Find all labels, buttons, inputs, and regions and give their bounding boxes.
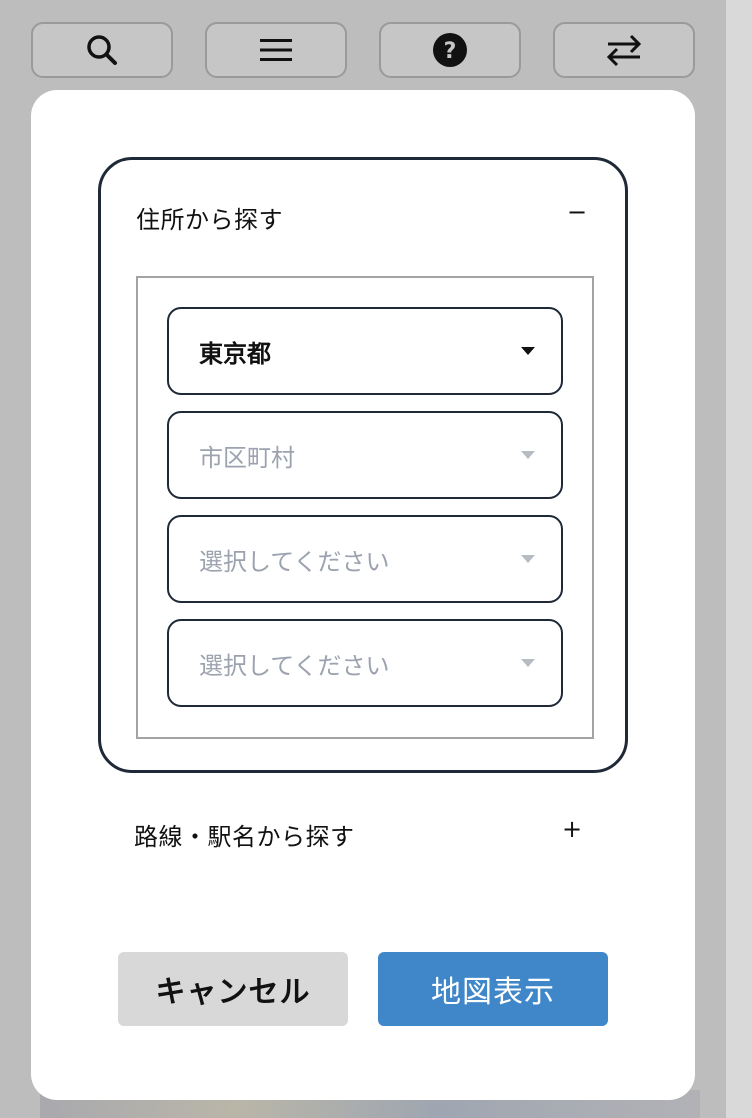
caret-down-icon [521,347,535,355]
search-icon [84,32,120,68]
block-select-value: 選択してください [199,651,390,680]
swap-button[interactable] [553,22,695,78]
help-icon: ? [431,31,469,69]
menu-button[interactable] [205,22,347,78]
svg-text:?: ? [444,39,457,64]
caret-down-icon [521,659,535,667]
address-search-panel: 住所から探す − 東京都 市区町村 選択してください 選択してください [98,157,628,773]
swap-icon [604,33,644,67]
expand-toggle[interactable]: + [560,815,584,843]
collapse-toggle[interactable]: − [565,198,589,226]
address-select-group: 東京都 市区町村 選択してください 選択してください [136,276,594,739]
caret-down-icon [521,451,535,459]
show-map-button[interactable]: 地図表示 [378,952,608,1026]
background-scroll-strip [726,0,752,1118]
town-select[interactable]: 選択してください [167,515,563,603]
cancel-button[interactable]: キャンセル [118,952,348,1026]
town-select-value: 選択してください [199,547,390,576]
caret-down-icon [521,555,535,563]
menu-icon [258,35,294,65]
prefecture-select-value: 東京都 [199,339,271,368]
block-select[interactable]: 選択してください [167,619,563,707]
address-search-title[interactable]: 住所から探す [136,200,283,235]
search-button[interactable] [31,22,173,78]
city-select-value: 市区町村 [199,443,295,472]
city-select[interactable]: 市区町村 [167,411,563,499]
help-button[interactable]: ? [379,22,521,78]
line-search-title[interactable]: 路線・駅名から探す [134,817,355,852]
prefecture-select[interactable]: 東京都 [167,307,563,395]
location-search-modal: 住所から探す − 東京都 市区町村 選択してください 選択してください 路線・駅… [31,90,695,1100]
